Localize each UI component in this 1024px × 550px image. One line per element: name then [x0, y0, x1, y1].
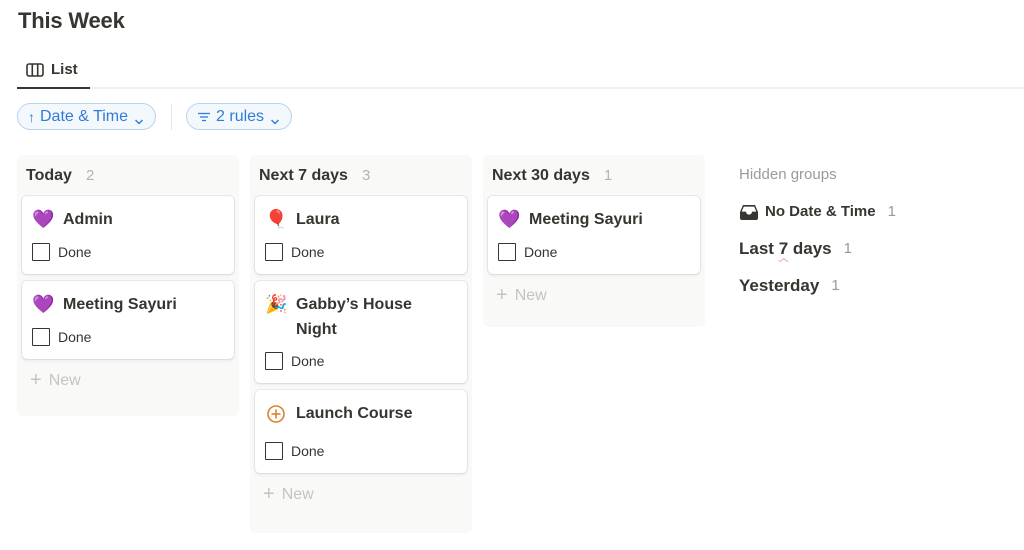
new-card-button[interactable]: + New: [488, 281, 700, 311]
board-card[interactable]: 🎉 Gabby’s House Night Done: [255, 281, 467, 383]
column-header[interactable]: Next 30 days 1: [488, 155, 700, 196]
done-label: Done: [291, 353, 325, 369]
board-card[interactable]: 💜 Meeting Sayuri Done: [22, 281, 234, 359]
new-label: New: [48, 372, 81, 389]
done-label: Done: [291, 244, 325, 260]
new-label: New: [281, 486, 314, 503]
card-title: Gabby’s House Night: [296, 296, 412, 338]
board-card[interactable]: 💜 Meeting Sayuri Done: [488, 196, 700, 274]
balloon-icon: 🎈: [265, 209, 288, 229]
filter-lines-icon: [197, 110, 211, 124]
tabbar-divider: [17, 87, 1024, 89]
hidden-group-label: Last 7 days: [739, 239, 832, 259]
page: This Week List ↑ Date & Time 2 rules Tod…: [0, 0, 1024, 550]
hidden-group-yesterday[interactable]: Yesterday 1: [739, 267, 1019, 304]
done-checkbox[interactable]: [498, 243, 516, 261]
filter-divider: [171, 103, 173, 130]
plus-icon: +: [263, 483, 275, 505]
arrow-up-icon: ↑: [28, 108, 35, 125]
column-title: Next 30 days: [492, 166, 590, 184]
purple-heart-icon: 💜: [498, 209, 521, 229]
chevron-down-icon: [270, 113, 280, 124]
view-tabbar: List: [0, 50, 1024, 89]
plus-icon: +: [496, 284, 508, 306]
tab-list-label: List: [51, 61, 78, 78]
column-title: Next 7 days: [259, 166, 348, 184]
chevron-down-icon: [134, 113, 144, 124]
label-part: days: [788, 238, 832, 258]
card-title: Admin: [63, 211, 113, 228]
sort-date-time-button[interactable]: ↑ Date & Time: [17, 103, 157, 130]
filter-rules-button[interactable]: 2 rules: [186, 103, 293, 130]
column-title: Today: [26, 166, 72, 184]
column-count: 1: [603, 167, 613, 184]
circle-plus-icon: [265, 400, 287, 432]
done-checkbox[interactable]: [265, 442, 283, 460]
board-column-next-30-days: Next 30 days 1 💜 Meeting Sayuri Done + N…: [483, 155, 705, 327]
new-card-button[interactable]: + New: [255, 480, 467, 510]
card-title: Meeting Sayuri: [63, 296, 177, 313]
done-label: Done: [291, 443, 325, 459]
hidden-groups-panel: Hidden groups No Date & Time 1 Last 7 da…: [739, 155, 1019, 304]
tab-list[interactable]: List: [17, 50, 90, 89]
purple-heart-icon: 💜: [32, 294, 55, 314]
inbox-icon: [739, 203, 759, 221]
done-checkbox[interactable]: [32, 243, 50, 261]
board-card[interactable]: 🎈 Laura Done: [255, 196, 467, 274]
done-checkbox[interactable]: [32, 328, 50, 346]
new-label: New: [514, 287, 547, 304]
hidden-group-no-date[interactable]: No Date & Time 1: [739, 193, 1019, 230]
board-column-today: Today 2 💜 Admin Done 💜 Meeting Sayuri Do…: [17, 155, 239, 416]
column-header[interactable]: Next 7 days 3: [255, 155, 467, 196]
done-checkbox[interactable]: [265, 352, 283, 370]
done-label: Done: [524, 244, 558, 260]
done-checkbox[interactable]: [265, 243, 283, 261]
done-label: Done: [58, 244, 92, 260]
sort-label: Date & Time: [40, 107, 129, 125]
new-card-button[interactable]: + New: [22, 366, 234, 396]
hidden-group-count: 1: [843, 240, 852, 257]
hidden-group-label: No Date & Time: [765, 203, 876, 220]
label-part: Last: [739, 238, 779, 258]
spellcheck-marked-word: 7: [778, 238, 789, 258]
party-popper-icon: 🎉: [265, 294, 288, 314]
board-card[interactable]: 💜 Admin Done: [22, 196, 234, 274]
card-title: Launch Course: [296, 405, 413, 422]
filter-rules-label: 2 rules: [216, 107, 265, 125]
hidden-groups-header: Hidden groups: [739, 165, 837, 183]
active-tab-underline: [17, 87, 90, 89]
board-column-next-7-days: Next 7 days 3 🎈 Laura Done 🎉 Gabby’s Hou…: [250, 155, 472, 533]
board-card[interactable]: Launch Course Done: [255, 390, 467, 473]
done-label: Done: [58, 329, 92, 345]
column-count: 2: [85, 167, 95, 184]
purple-heart-icon: 💜: [32, 209, 55, 229]
plus-icon: +: [30, 369, 42, 391]
column-count: 3: [361, 167, 371, 184]
hidden-group-label: Yesterday: [739, 275, 820, 295]
board-columns-icon: [26, 62, 44, 77]
card-title: Meeting Sayuri: [529, 211, 643, 228]
card-title: Laura: [296, 211, 340, 228]
column-header[interactable]: Today 2: [22, 155, 234, 196]
filter-bar: ↑ Date & Time 2 rules: [17, 103, 293, 130]
page-title: This Week: [18, 8, 125, 33]
hidden-group-count: 1: [887, 203, 896, 220]
hidden-group-count: 1: [831, 277, 840, 294]
hidden-group-last-7-days[interactable]: Last 7 days 1: [739, 230, 1019, 267]
